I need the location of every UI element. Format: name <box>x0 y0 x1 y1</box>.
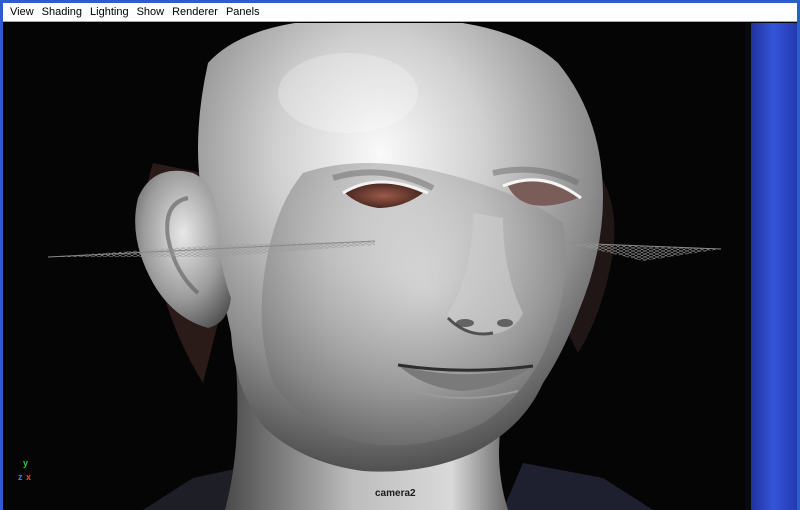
axis-z-label: z <box>18 472 23 482</box>
viewport-scene <box>3 23 797 510</box>
menu-lighting[interactable]: Lighting <box>87 3 132 21</box>
menu-show[interactable]: Show <box>134 3 168 21</box>
axis-y-label: y <box>23 458 29 468</box>
menu-renderer[interactable]: Renderer <box>169 3 221 21</box>
axis-x-label: x <box>26 472 32 482</box>
panel-menubar: View Shading Lighting Show Renderer Pane… <box>3 3 797 22</box>
maya-viewport-window: View Shading Lighting Show Renderer Pane… <box>0 0 800 510</box>
camera-name-label: camera2 <box>375 488 416 499</box>
axis-gizmo: y z x <box>18 458 48 488</box>
menu-panels[interactable]: Panels <box>223 3 263 21</box>
menu-view[interactable]: View <box>7 3 37 21</box>
menu-shading[interactable]: Shading <box>39 3 85 21</box>
3d-viewport[interactable]: y z x camera2 <box>3 23 797 510</box>
